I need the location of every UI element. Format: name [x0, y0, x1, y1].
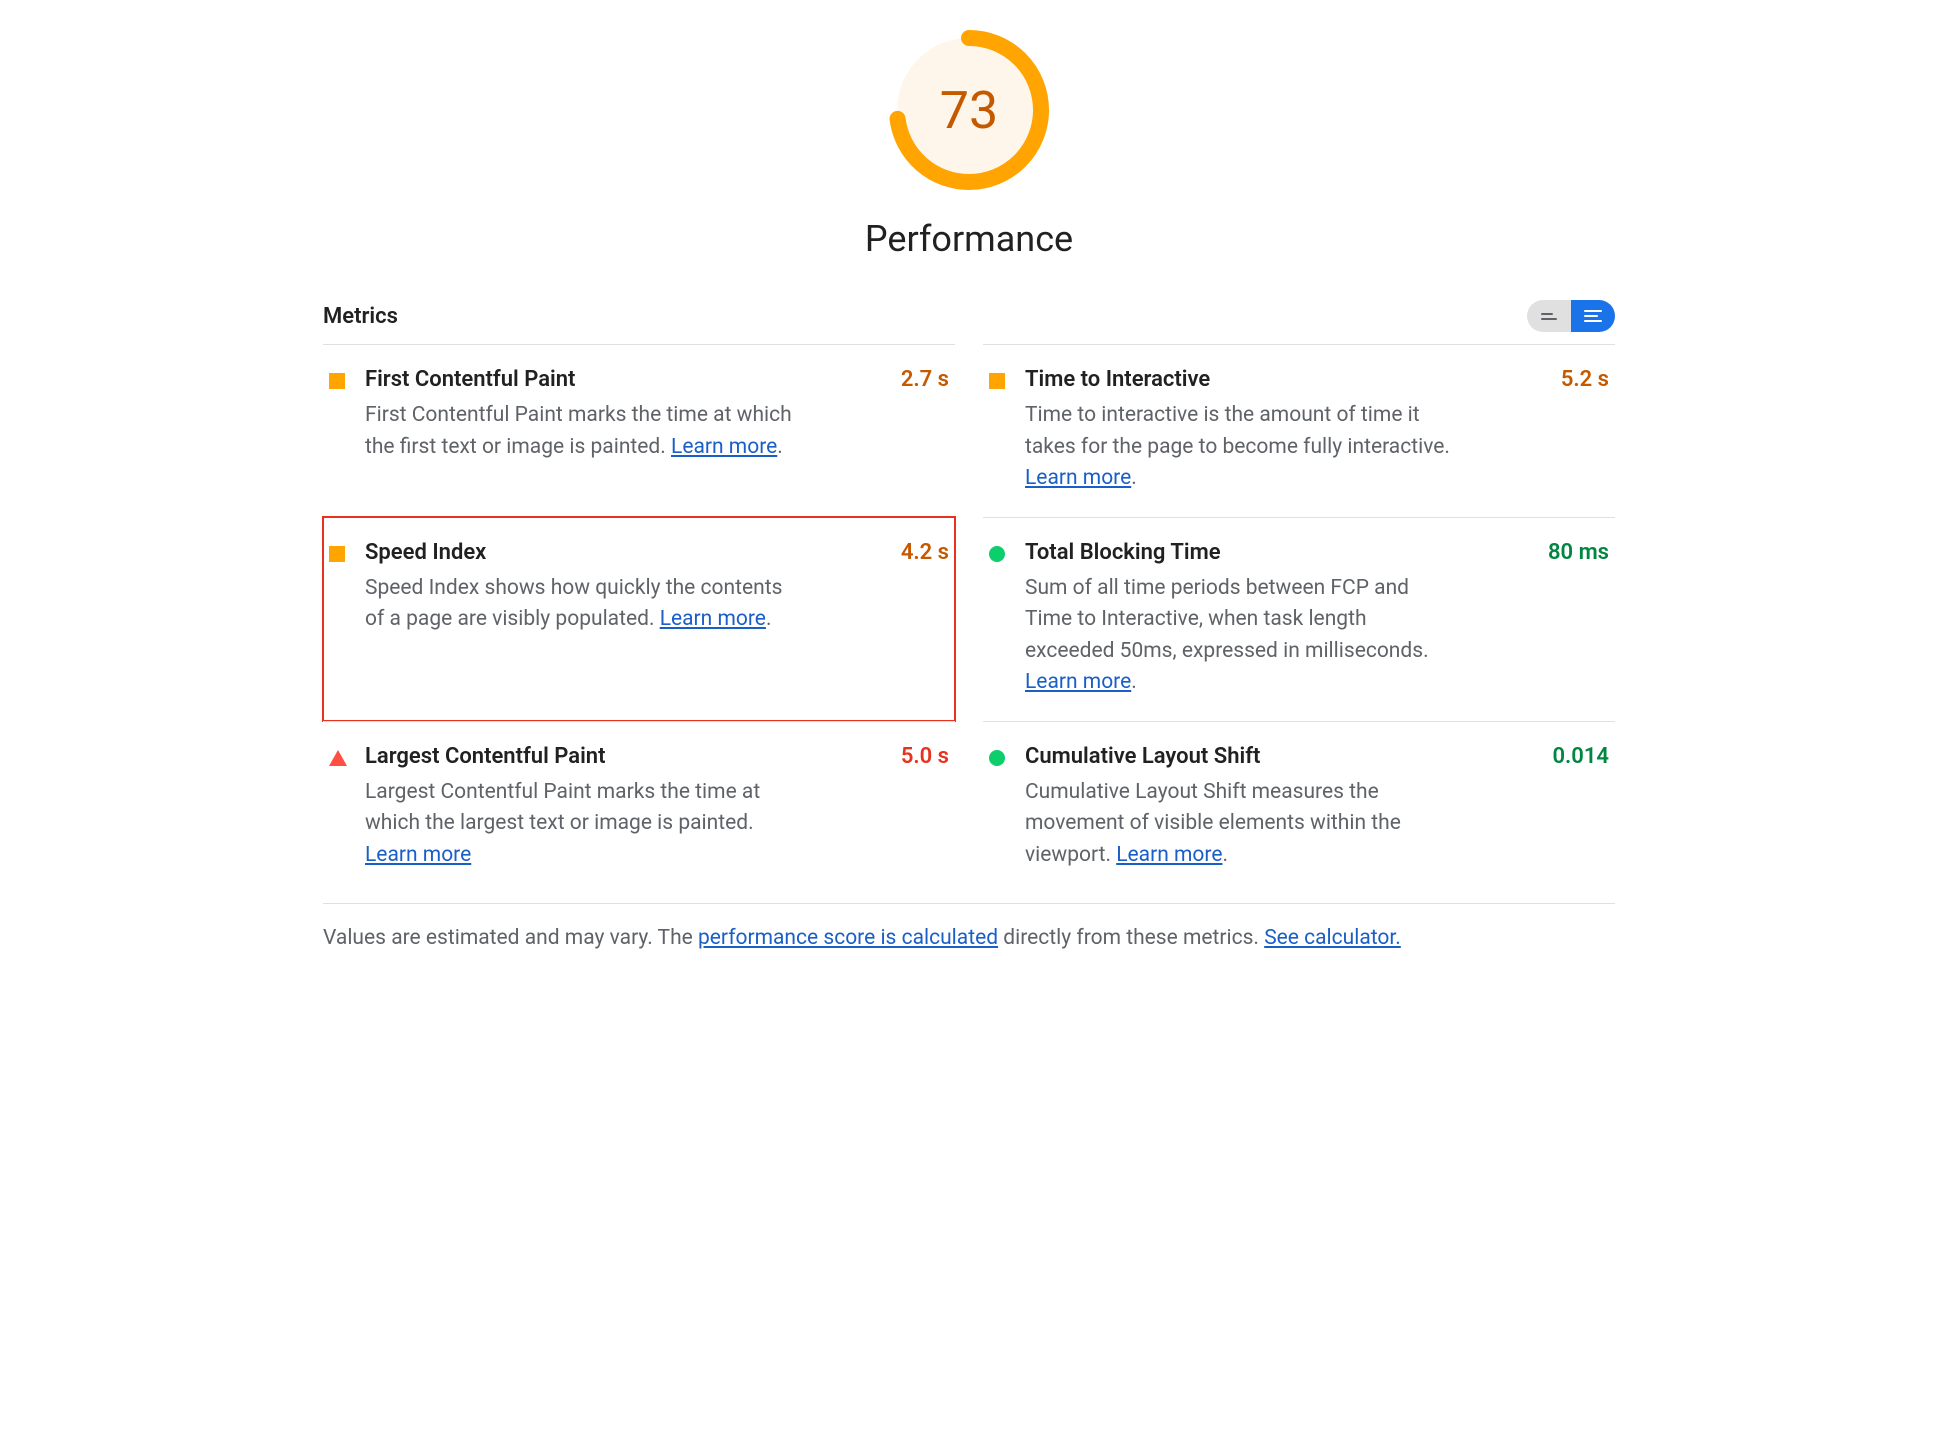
metric-value: 2.7 s — [901, 367, 955, 392]
footer-note: Values are estimated and may vary. The p… — [323, 903, 1615, 950]
metric-description: Cumulative Layout Shift measures the mov… — [1025, 777, 1455, 872]
learn-more-link[interactable]: Learn more — [660, 607, 766, 631]
metric-description: Speed Index shows how quickly the conten… — [365, 573, 795, 636]
pass-icon — [989, 546, 1005, 562]
metric-body: Total Blocking Time Sum of all time perio… — [1025, 540, 1455, 699]
metric-name: Time to Interactive — [1025, 367, 1455, 392]
pass-icon — [989, 750, 1005, 766]
metric-body: Largest Contentful Paint Largest Contentf… — [365, 744, 795, 872]
warn-icon — [989, 373, 1005, 389]
metric-total-blocking-time: Total Blocking Time Sum of all time perio… — [983, 517, 1615, 721]
metric-name: Cumulative Layout Shift — [1025, 744, 1455, 769]
view-toggle-collapsed[interactable] — [1527, 300, 1571, 332]
metric-description: First Contentful Paint marks the time at… — [365, 400, 795, 463]
metric-description: Largest Contentful Paint marks the time … — [365, 777, 795, 872]
metric-name: Total Blocking Time — [1025, 540, 1455, 565]
learn-more-link[interactable]: Learn more — [1025, 670, 1131, 694]
category-title: Performance — [865, 218, 1073, 260]
metric-name: First Contentful Paint — [365, 367, 795, 392]
performance-calc-link[interactable]: performance score is calculated — [698, 926, 998, 950]
footer-text-pre: Values are estimated and may vary. The — [323, 926, 698, 950]
metric-body: First Contentful Paint First Contentful P… — [365, 367, 795, 463]
view-toggle-expanded[interactable] — [1571, 300, 1615, 332]
learn-more-link[interactable]: Learn more — [1025, 466, 1131, 490]
expanded-icon — [1584, 310, 1602, 322]
metric-cumulative-layout-shift: Cumulative Layout Shift Cumulative Layout… — [983, 721, 1615, 894]
view-toggle — [1527, 300, 1615, 332]
metric-value: 4.2 s — [901, 540, 955, 565]
metric-value: 5.0 s — [901, 744, 955, 769]
metric-value: 0.014 — [1552, 744, 1615, 769]
see-calculator-link[interactable]: See calculator. — [1264, 926, 1401, 950]
metrics-grid: First Contentful Paint First Contentful P… — [323, 344, 1615, 893]
score-value: 73 — [889, 30, 1049, 190]
fail-icon — [329, 750, 347, 766]
metric-body: Speed Index Speed Index shows how quickly… — [365, 540, 795, 636]
metric-value: 5.2 s — [1561, 367, 1615, 392]
metric-description: Time to interactive is the amount of tim… — [1025, 400, 1455, 495]
metric-description: Sum of all time periods between FCP and … — [1025, 573, 1455, 699]
footer-text-mid: directly from these metrics. — [998, 926, 1264, 950]
warn-icon — [329, 546, 345, 562]
metric-body: Cumulative Layout Shift Cumulative Layout… — [1025, 744, 1455, 872]
learn-more-link[interactable]: Learn more — [671, 435, 777, 459]
learn-more-link[interactable]: Learn more — [1116, 843, 1222, 867]
score-gauge: 73 — [889, 30, 1049, 190]
metric-name: Largest Contentful Paint — [365, 744, 795, 769]
collapsed-icon — [1541, 313, 1557, 320]
metric-body: Time to Interactive Time to interactive i… — [1025, 367, 1455, 495]
metric-value: 80 ms — [1548, 540, 1615, 565]
metric-first-contentful-paint: First Contentful Paint First Contentful P… — [323, 344, 955, 517]
metrics-heading: Metrics — [323, 304, 398, 329]
learn-more-link[interactable]: Learn more — [365, 843, 471, 867]
metric-largest-contentful-paint: Largest Contentful Paint Largest Contentf… — [323, 721, 955, 894]
warn-icon — [329, 373, 345, 389]
metric-name: Speed Index — [365, 540, 795, 565]
performance-gauge: 73 Performance — [323, 30, 1615, 260]
metric-time-to-interactive: Time to Interactive Time to interactive i… — [983, 344, 1615, 517]
metric-speed-index: Speed Index Speed Index shows how quickly… — [323, 517, 955, 721]
